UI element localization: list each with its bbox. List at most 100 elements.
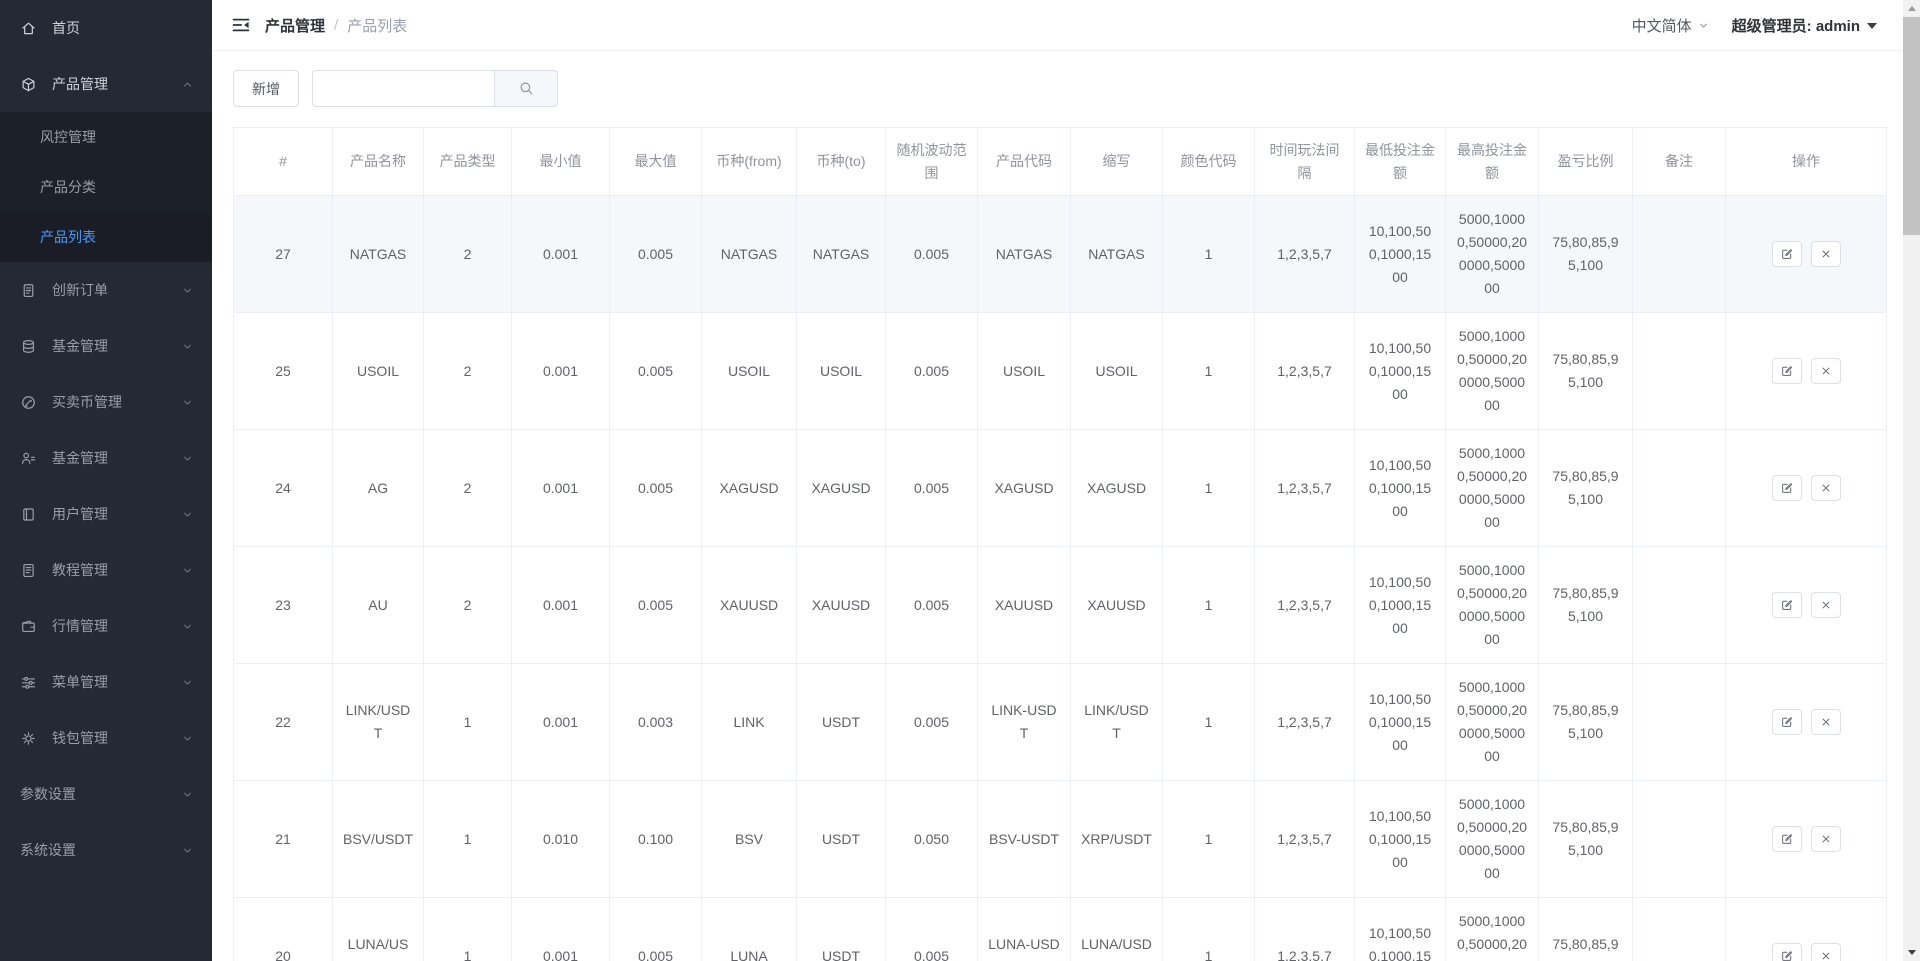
breadcrumb-section[interactable]: 产品管理	[265, 15, 325, 36]
delete-row-button[interactable]	[1811, 943, 1841, 961]
sidebar-item-5[interactable]: 基金管理	[0, 430, 212, 486]
edit-row-button[interactable]	[1772, 358, 1802, 384]
table-cell: 2	[424, 196, 512, 313]
sidebar-item-2[interactable]: 创新订单	[0, 262, 212, 318]
column-header: 产品代码	[978, 128, 1071, 196]
sidebar-subitem[interactable]: 产品分类	[0, 162, 212, 212]
delete-row-button[interactable]	[1811, 826, 1841, 852]
table-cell: 0.001	[512, 664, 610, 781]
sidebar-item-1[interactable]: 产品管理	[0, 56, 212, 112]
table-cell: NATGAS	[702, 196, 797, 313]
scrollbar[interactable]	[1903, 0, 1920, 961]
chevron-down-icon	[181, 732, 194, 745]
table-cell: 0.005	[610, 196, 702, 313]
edit-row-button[interactable]	[1772, 475, 1802, 501]
user-menu[interactable]: 超级管理员: admin	[1732, 15, 1877, 36]
chevron-down-icon	[181, 564, 194, 577]
sidebar-item-label: 教程管理	[52, 560, 181, 580]
chevron-down-icon	[181, 340, 194, 353]
scroll-down-arrow-icon[interactable]	[1903, 944, 1920, 961]
table-cell: 10,100,500,1000,1500	[1355, 898, 1446, 961]
table-cell: 1,2,3,5,7	[1255, 430, 1355, 547]
delete-row-button[interactable]	[1811, 709, 1841, 735]
chevron-down-icon	[181, 284, 194, 297]
sidebar-item-11[interactable]: 参数设置	[0, 766, 212, 822]
table-row: 25USOIL20.0010.005USOILUSOIL0.005USOILUS…	[234, 313, 1887, 430]
table-cell: LINK/USDT	[333, 664, 424, 781]
table-cell: 22	[234, 664, 333, 781]
close-icon	[1819, 247, 1833, 261]
table-cell: 2	[424, 313, 512, 430]
top-navbar: 产品管理 / 产品列表 中文简体 超级管理员: admin	[212, 0, 1920, 51]
edit-icon	[1780, 481, 1794, 495]
delete-row-button[interactable]	[1811, 358, 1841, 384]
edit-row-button[interactable]	[1772, 241, 1802, 267]
add-button[interactable]: 新增	[233, 70, 299, 107]
order-icon	[20, 282, 37, 299]
table-cell: 10,100,500,1000,1500	[1355, 313, 1446, 430]
table-cell: USDT	[797, 664, 886, 781]
trade-icon	[20, 394, 37, 411]
column-header: 操作	[1726, 128, 1887, 196]
table-cell: XAUUSD	[797, 547, 886, 664]
sidebar-item-4[interactable]: 买卖币管理	[0, 374, 212, 430]
scroll-up-arrow-icon[interactable]	[1903, 0, 1920, 17]
sidebar-item-12[interactable]: 系统设置	[0, 822, 212, 878]
table-cell-actions	[1726, 547, 1887, 664]
sidebar-subitem[interactable]: 产品列表	[0, 212, 212, 262]
table-row: 21BSV/USDT10.0100.100BSVUSDT0.050BSV-USD…	[234, 781, 1887, 898]
table-cell: 75,80,85,95,100	[1539, 898, 1633, 961]
delete-row-button[interactable]	[1811, 475, 1841, 501]
language-selector[interactable]: 中文简体	[1632, 15, 1710, 36]
table-cell: 0.010	[512, 781, 610, 898]
search-button[interactable]	[495, 70, 558, 107]
chevron-down-icon	[181, 508, 194, 521]
products-table-wrap: #产品名称产品类型最小值最大值币种(from)币种(to)随机波动范围产品代码缩…	[233, 127, 1920, 961]
table-cell: 1,2,3,5,7	[1255, 781, 1355, 898]
column-header: 最小值	[512, 128, 610, 196]
table-cell: XAGUSD	[702, 430, 797, 547]
table-cell: LUNA	[702, 898, 797, 961]
scrollbar-thumb[interactable]	[1903, 17, 1920, 235]
column-header: 产品类型	[424, 128, 512, 196]
edit-row-button[interactable]	[1772, 592, 1802, 618]
sidebar-item-6[interactable]: 用户管理	[0, 486, 212, 542]
delete-row-button[interactable]	[1811, 241, 1841, 267]
chevron-down-icon	[181, 396, 194, 409]
table-cell-actions	[1726, 430, 1887, 547]
table-cell: 1	[424, 664, 512, 781]
column-header: 时间玩法间隔	[1255, 128, 1355, 196]
sidebar-subitem[interactable]: 风控管理	[0, 112, 212, 162]
chevron-down-icon	[181, 452, 194, 465]
table-cell: 5000,10000,50000,200000,500000	[1446, 898, 1539, 961]
sidebar: 首页产品管理风控管理产品分类产品列表创新订单基金管理买卖币管理基金管理用户管理教…	[0, 0, 212, 961]
sidebar-item-3[interactable]: 基金管理	[0, 318, 212, 374]
table-cell: LUNA-USDT	[978, 898, 1071, 961]
edit-icon	[1780, 247, 1794, 261]
edit-row-button[interactable]	[1772, 943, 1802, 961]
sidebar-item-0[interactable]: 首页	[0, 0, 212, 56]
sidebar-item-9[interactable]: 菜单管理	[0, 654, 212, 710]
table-cell: NATGAS	[333, 196, 424, 313]
table-cell: 5000,10000,50000,200000,500000	[1446, 430, 1539, 547]
edit-row-button[interactable]	[1772, 826, 1802, 852]
document-icon	[20, 562, 37, 579]
sidebar-item-10[interactable]: 钱包管理	[0, 710, 212, 766]
table-cell: 75,80,85,95,100	[1539, 781, 1633, 898]
table-cell: 10,100,500,1000,1500	[1355, 664, 1446, 781]
user-label: 超级管理员: admin	[1732, 15, 1860, 36]
close-icon	[1819, 364, 1833, 378]
search-input[interactable]	[312, 70, 495, 107]
sidebar-item-7[interactable]: 教程管理	[0, 542, 212, 598]
sidebar-item-8[interactable]: 行情管理	[0, 598, 212, 654]
table-cell	[1633, 313, 1726, 430]
menu-fold-icon[interactable]	[231, 15, 251, 35]
table-cell: 21	[234, 781, 333, 898]
edit-row-button[interactable]	[1772, 709, 1802, 735]
chevron-down-icon	[181, 732, 194, 745]
sidebar-item-label: 基金管理	[52, 448, 181, 468]
cube-icon	[20, 76, 37, 93]
edit-icon	[1780, 715, 1794, 729]
table-row: 22LINK/USDT10.0010.003LINKUSDT0.005LINK-…	[234, 664, 1887, 781]
delete-row-button[interactable]	[1811, 592, 1841, 618]
